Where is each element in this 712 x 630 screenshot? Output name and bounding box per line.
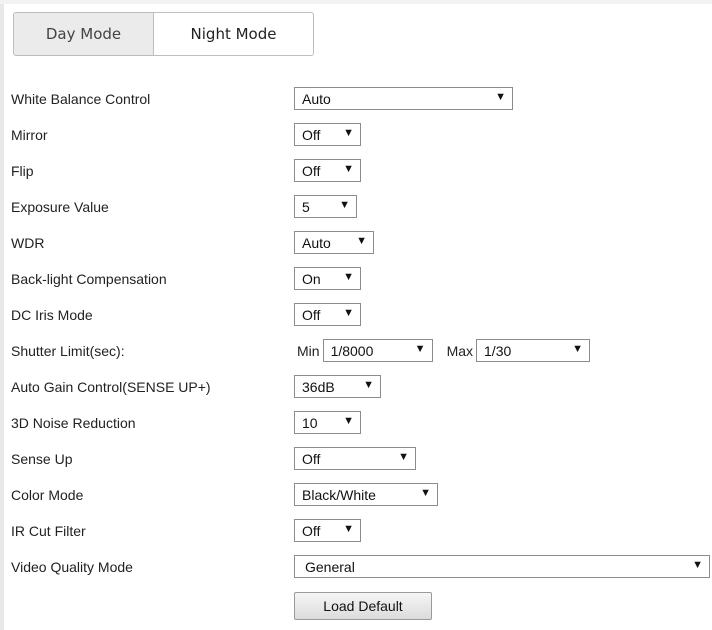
load-default-button[interactable]: Load Default (294, 592, 432, 620)
row-agc: Auto Gain Control(SENSE UP+) 36dB ▼ (11, 375, 711, 399)
dc-iris-select[interactable]: Off ▼ (294, 303, 361, 326)
white-balance-label: White Balance Control (11, 91, 151, 107)
shutter-min-select[interactable]: 1/8000 ▼ (322, 339, 433, 362)
flip-value: Off (302, 163, 321, 179)
blc-label: Back-light Compensation (11, 271, 167, 287)
dropdown-arrow-icon: ▼ (414, 343, 426, 355)
blc-control: On ▼ (294, 267, 361, 290)
shutter-max-label: Max (446, 342, 474, 359)
agc-select[interactable]: 36dB ▼ (294, 375, 381, 398)
wdr-label: WDR (11, 235, 45, 251)
dropdown-arrow-icon: ▼ (398, 451, 409, 463)
row-white-balance: White Balance Control Auto ▼ (11, 87, 711, 111)
row-video-quality: Video Quality Mode General ▼ (11, 555, 711, 579)
tab-night-mode[interactable]: Night Mode (154, 12, 314, 56)
ir-cut-label: IR Cut Filter (11, 523, 86, 539)
exposure-control: 5 ▼ (294, 195, 357, 218)
flip-control: Off ▼ (294, 159, 361, 182)
frame-left-border (0, 0, 4, 630)
dropdown-arrow-icon: ▼ (572, 343, 584, 355)
noise-label: 3D Noise Reduction (11, 415, 136, 431)
mirror-select[interactable]: Off ▼ (294, 123, 361, 146)
ir-cut-select[interactable]: Off ▼ (294, 519, 361, 542)
row-noise-reduction: 3D Noise Reduction 10 ▼ (11, 411, 711, 435)
dropdown-arrow-icon: ▼ (343, 415, 354, 427)
dropdown-arrow-icon: ▼ (343, 271, 354, 283)
dropdown-arrow-icon: ▼ (495, 91, 506, 103)
mirror-control: Off ▼ (294, 123, 361, 146)
exposure-value: 5 (302, 199, 310, 215)
mirror-label: Mirror (11, 127, 48, 143)
dropdown-arrow-icon: ▼ (692, 559, 703, 571)
flip-select[interactable]: Off ▼ (294, 159, 361, 182)
dropdown-arrow-icon: ▼ (343, 523, 354, 535)
tab-day-mode[interactable]: Day Mode (13, 12, 154, 56)
noise-control: 10 ▼ (294, 411, 361, 434)
dropdown-arrow-icon: ▼ (420, 487, 431, 499)
sense-up-value: Off (302, 451, 321, 467)
row-wdr: WDR Auto ▼ (11, 231, 711, 255)
video-quality-value: General (305, 559, 355, 575)
row-dc-iris: DC Iris Mode Off ▼ (11, 303, 711, 327)
dropdown-arrow-icon: ▼ (343, 307, 354, 319)
color-mode-select[interactable]: Black/White ▼ (294, 483, 438, 506)
shutter-min-value: 1/8000 (330, 343, 374, 359)
shutter-max-value: 1/30 (484, 343, 512, 359)
dc-iris-value: Off (302, 307, 321, 323)
row-shutter-limit: Shutter Limit(sec): Min 1/8000 ▼ Max 1/3… (11, 339, 711, 363)
dc-iris-label: DC Iris Mode (11, 307, 93, 323)
video-quality-label: Video Quality Mode (11, 559, 133, 575)
shutter-control: Min 1/8000 ▼ Max 1/30 ▼ (297, 339, 591, 362)
ir-cut-value: Off (302, 523, 321, 539)
color-mode-control: Black/White ▼ (294, 483, 438, 506)
blc-value: On (302, 271, 321, 287)
video-quality-select[interactable]: General ▼ (294, 555, 710, 578)
video-quality-control: General ▼ (294, 555, 710, 578)
exposure-select[interactable]: 5 ▼ (294, 195, 357, 218)
dropdown-arrow-icon: ▼ (343, 127, 354, 139)
dc-iris-control: Off ▼ (294, 303, 361, 326)
frame-top-border (0, 0, 712, 4)
shutter-min-label: Min (297, 342, 320, 359)
agc-value: 36dB (302, 379, 335, 395)
agc-control: 36dB ▼ (294, 375, 381, 398)
dropdown-arrow-icon: ▼ (363, 379, 374, 391)
row-flip: Flip Off ▼ (11, 159, 711, 183)
shutter-max-select[interactable]: 1/30 ▼ (476, 339, 591, 362)
white-balance-select[interactable]: Auto ▼ (294, 87, 513, 110)
ir-cut-control: Off ▼ (294, 519, 361, 542)
shutter-label: Shutter Limit(sec): (11, 343, 125, 359)
exposure-label: Exposure Value (11, 199, 109, 215)
flip-label: Flip (11, 163, 34, 179)
dropdown-arrow-icon: ▼ (356, 235, 367, 247)
row-blc: Back-light Compensation On ▼ (11, 267, 711, 291)
mirror-value: Off (302, 127, 321, 143)
mode-tabs: Day Mode Night Mode (13, 12, 314, 56)
row-exposure: Exposure Value 5 ▼ (11, 195, 711, 219)
wdr-control: Auto ▼ (294, 231, 374, 254)
white-balance-value: Auto (302, 91, 331, 107)
wdr-select[interactable]: Auto ▼ (294, 231, 374, 254)
sense-up-label: Sense Up (11, 451, 73, 467)
noise-select[interactable]: 10 ▼ (294, 411, 361, 434)
color-mode-label: Color Mode (11, 487, 84, 503)
sense-up-control: Off ▼ (294, 447, 416, 470)
wdr-value: Auto (302, 235, 331, 251)
dropdown-arrow-icon: ▼ (343, 163, 354, 175)
white-balance-control: Auto ▼ (294, 87, 513, 110)
noise-value: 10 (302, 415, 318, 431)
row-ir-cut: IR Cut Filter Off ▼ (11, 519, 711, 543)
row-color-mode: Color Mode Black/White ▼ (11, 483, 711, 507)
color-mode-value: Black/White (302, 487, 376, 503)
row-sense-up: Sense Up Off ▼ (11, 447, 711, 471)
blc-select[interactable]: On ▼ (294, 267, 361, 290)
row-mirror: Mirror Off ▼ (11, 123, 711, 147)
agc-label: Auto Gain Control(SENSE UP+) (11, 379, 211, 395)
sense-up-select[interactable]: Off ▼ (294, 447, 416, 470)
dropdown-arrow-icon: ▼ (339, 199, 350, 211)
